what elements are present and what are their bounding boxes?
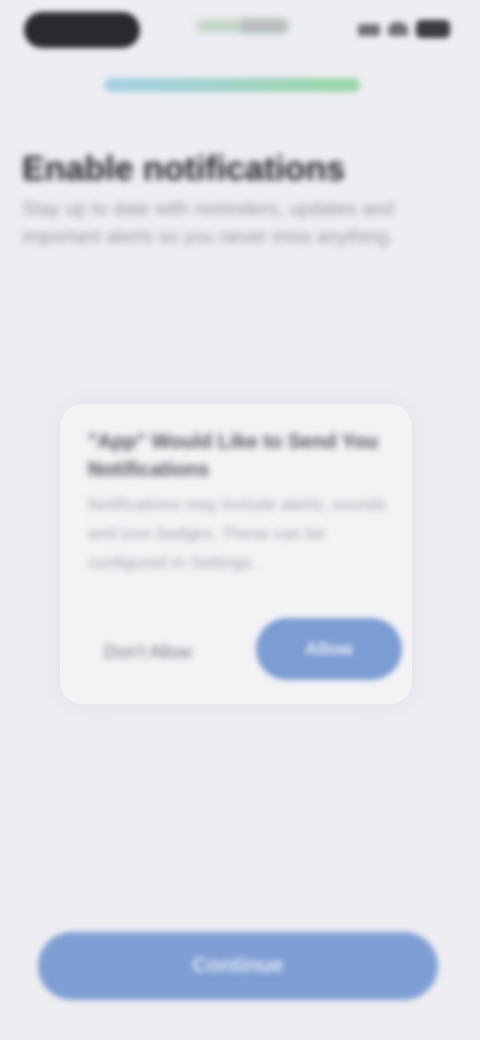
status-center-indicator-secondary (240, 20, 288, 32)
dialog-title: "App" Would Like to Send You Notificatio… (88, 431, 379, 481)
status-time-pill (24, 12, 140, 48)
continue-button[interactable]: Continue (38, 932, 438, 1000)
page-description: Stay up to date with reminders, updates … (22, 199, 394, 248)
page-title: Enable notifications (22, 150, 346, 188)
status-bar (0, 0, 480, 60)
permission-dialog: "App" Would Like to Send You Notificatio… (60, 404, 412, 704)
progress-fill (104, 78, 360, 92)
battery-icon (416, 20, 450, 38)
dont-allow-button[interactable]: Don't Allow (88, 630, 208, 674)
wifi-icon (388, 22, 408, 36)
status-icons (358, 20, 450, 38)
onboarding-progress-bar (104, 78, 360, 92)
dialog-body: Notifications may include alerts, sounds… (88, 495, 387, 572)
signal-icon (358, 24, 380, 36)
allow-button[interactable]: Allow (256, 618, 402, 680)
